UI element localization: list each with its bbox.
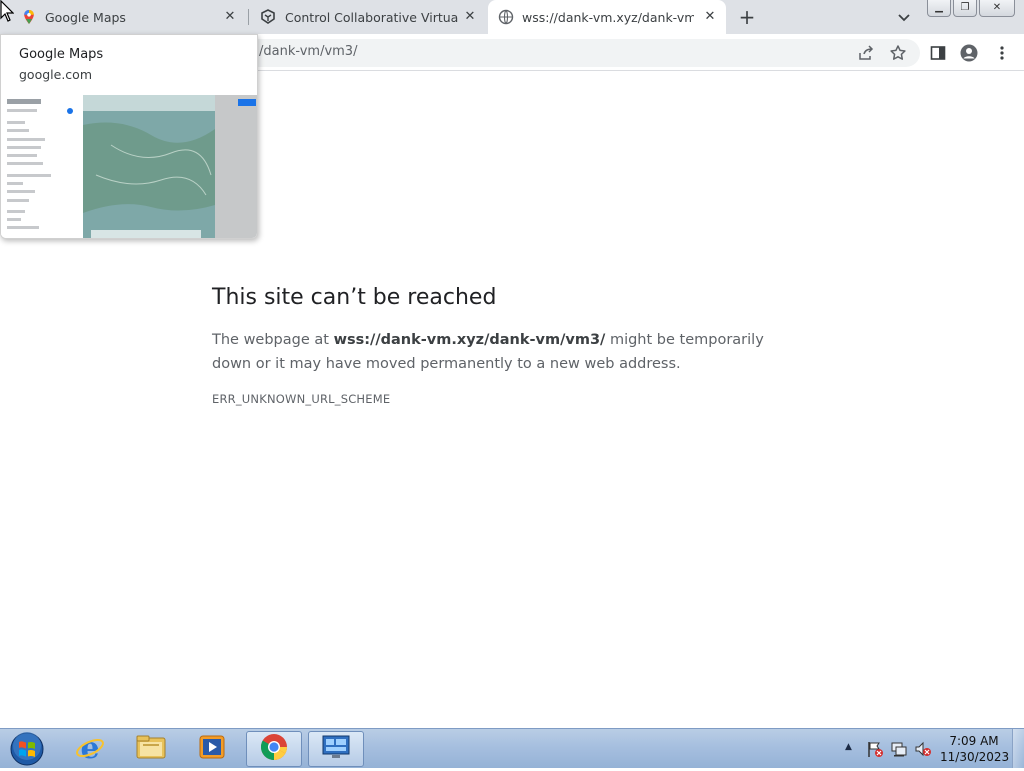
svg-text:e: e (80, 732, 99, 762)
error-description: The webpage at wss://dank-vm.xyz/dank-vm… (212, 328, 802, 376)
mouse-cursor-icon (0, 0, 15, 22)
close-window-button[interactable]: ✕ (979, 0, 1015, 17)
clock-date: 11/30/2023 (940, 750, 1010, 764)
show-desktop-button[interactable] (1012, 729, 1024, 768)
media-player-icon (197, 732, 227, 766)
taskbar-file-explorer[interactable] (123, 731, 179, 767)
tab-title: wss://dank-vm.xyz/dank-vm/vm3 (522, 9, 694, 25)
side-panel-icon[interactable] (929, 44, 947, 62)
clock-time: 7:09 AM (949, 734, 999, 748)
google-maps-icon (21, 9, 37, 25)
window-controls: ▁ ❐ ✕ (927, 0, 1021, 18)
vm-control-icon (259, 8, 277, 26)
close-icon[interactable]: ✕ (702, 9, 718, 25)
restore-button[interactable]: ❐ (953, 0, 977, 17)
close-icon[interactable]: ✕ (222, 9, 238, 25)
error-text: The webpage at (212, 332, 334, 348)
remote-desktop-icon (320, 733, 352, 765)
tab-google-maps[interactable]: Google Maps ✕ (12, 0, 246, 34)
tab-control-vm[interactable]: Control Collaborative Virtual Mac ✕ (250, 0, 486, 34)
minimize-button[interactable]: ▁ (927, 0, 951, 17)
tab-strip: Google Maps ✕ Control Collaborative Virt… (0, 0, 1024, 34)
chrome-icon (259, 732, 289, 766)
tab-search-chevron-icon[interactable] (895, 8, 913, 26)
taskbar-media-player[interactable] (184, 731, 240, 767)
tab-divider (248, 9, 249, 25)
tab-hover-card: Google Maps google.com (0, 34, 258, 239)
taskbar-remote-desktop[interactable] (308, 731, 364, 767)
tab-active-wss[interactable]: wss://dank-vm.xyz/dank-vm/vm3 ✕ (488, 0, 726, 34)
hover-card-thumbnail (1, 95, 257, 238)
file-explorer-icon (135, 732, 167, 766)
start-button[interactable] (6, 731, 48, 767)
hover-card-title: Google Maps (19, 47, 104, 62)
more-menu-icon[interactable] (993, 44, 1011, 62)
internet-explorer-icon: e (75, 731, 105, 766)
bookmark-star-icon[interactable] (889, 44, 907, 62)
taskbar-chrome[interactable] (246, 731, 302, 767)
globe-icon (498, 9, 514, 25)
action-center-flag-icon[interactable] (866, 740, 884, 758)
system-clock[interactable]: 7:09 AM 11/30/2023 (940, 733, 1010, 765)
address-bar-url[interactable]: /dank-vm/vm3/ (259, 44, 357, 59)
error-url: wss://dank-vm.xyz/dank-vm/vm3/ (333, 332, 606, 348)
error-title: This site can’t be reached (212, 285, 497, 310)
tab-title: Google Maps (45, 9, 126, 25)
share-icon[interactable] (857, 44, 875, 62)
volume-muted-icon[interactable] (914, 740, 932, 758)
network-icon[interactable] (890, 740, 908, 758)
close-icon[interactable]: ✕ (462, 9, 478, 25)
taskbar-internet-explorer[interactable]: e (62, 731, 118, 767)
new-tab-button[interactable]: + (737, 7, 757, 27)
tab-title: Control Collaborative Virtual Mac (285, 9, 459, 25)
hover-card-domain: google.com (19, 67, 92, 82)
profile-avatar-icon[interactable] (960, 44, 978, 62)
error-code: ERR_UNKNOWN_URL_SCHEME (212, 392, 391, 406)
show-hidden-icons-icon[interactable]: ▲ (845, 742, 855, 752)
